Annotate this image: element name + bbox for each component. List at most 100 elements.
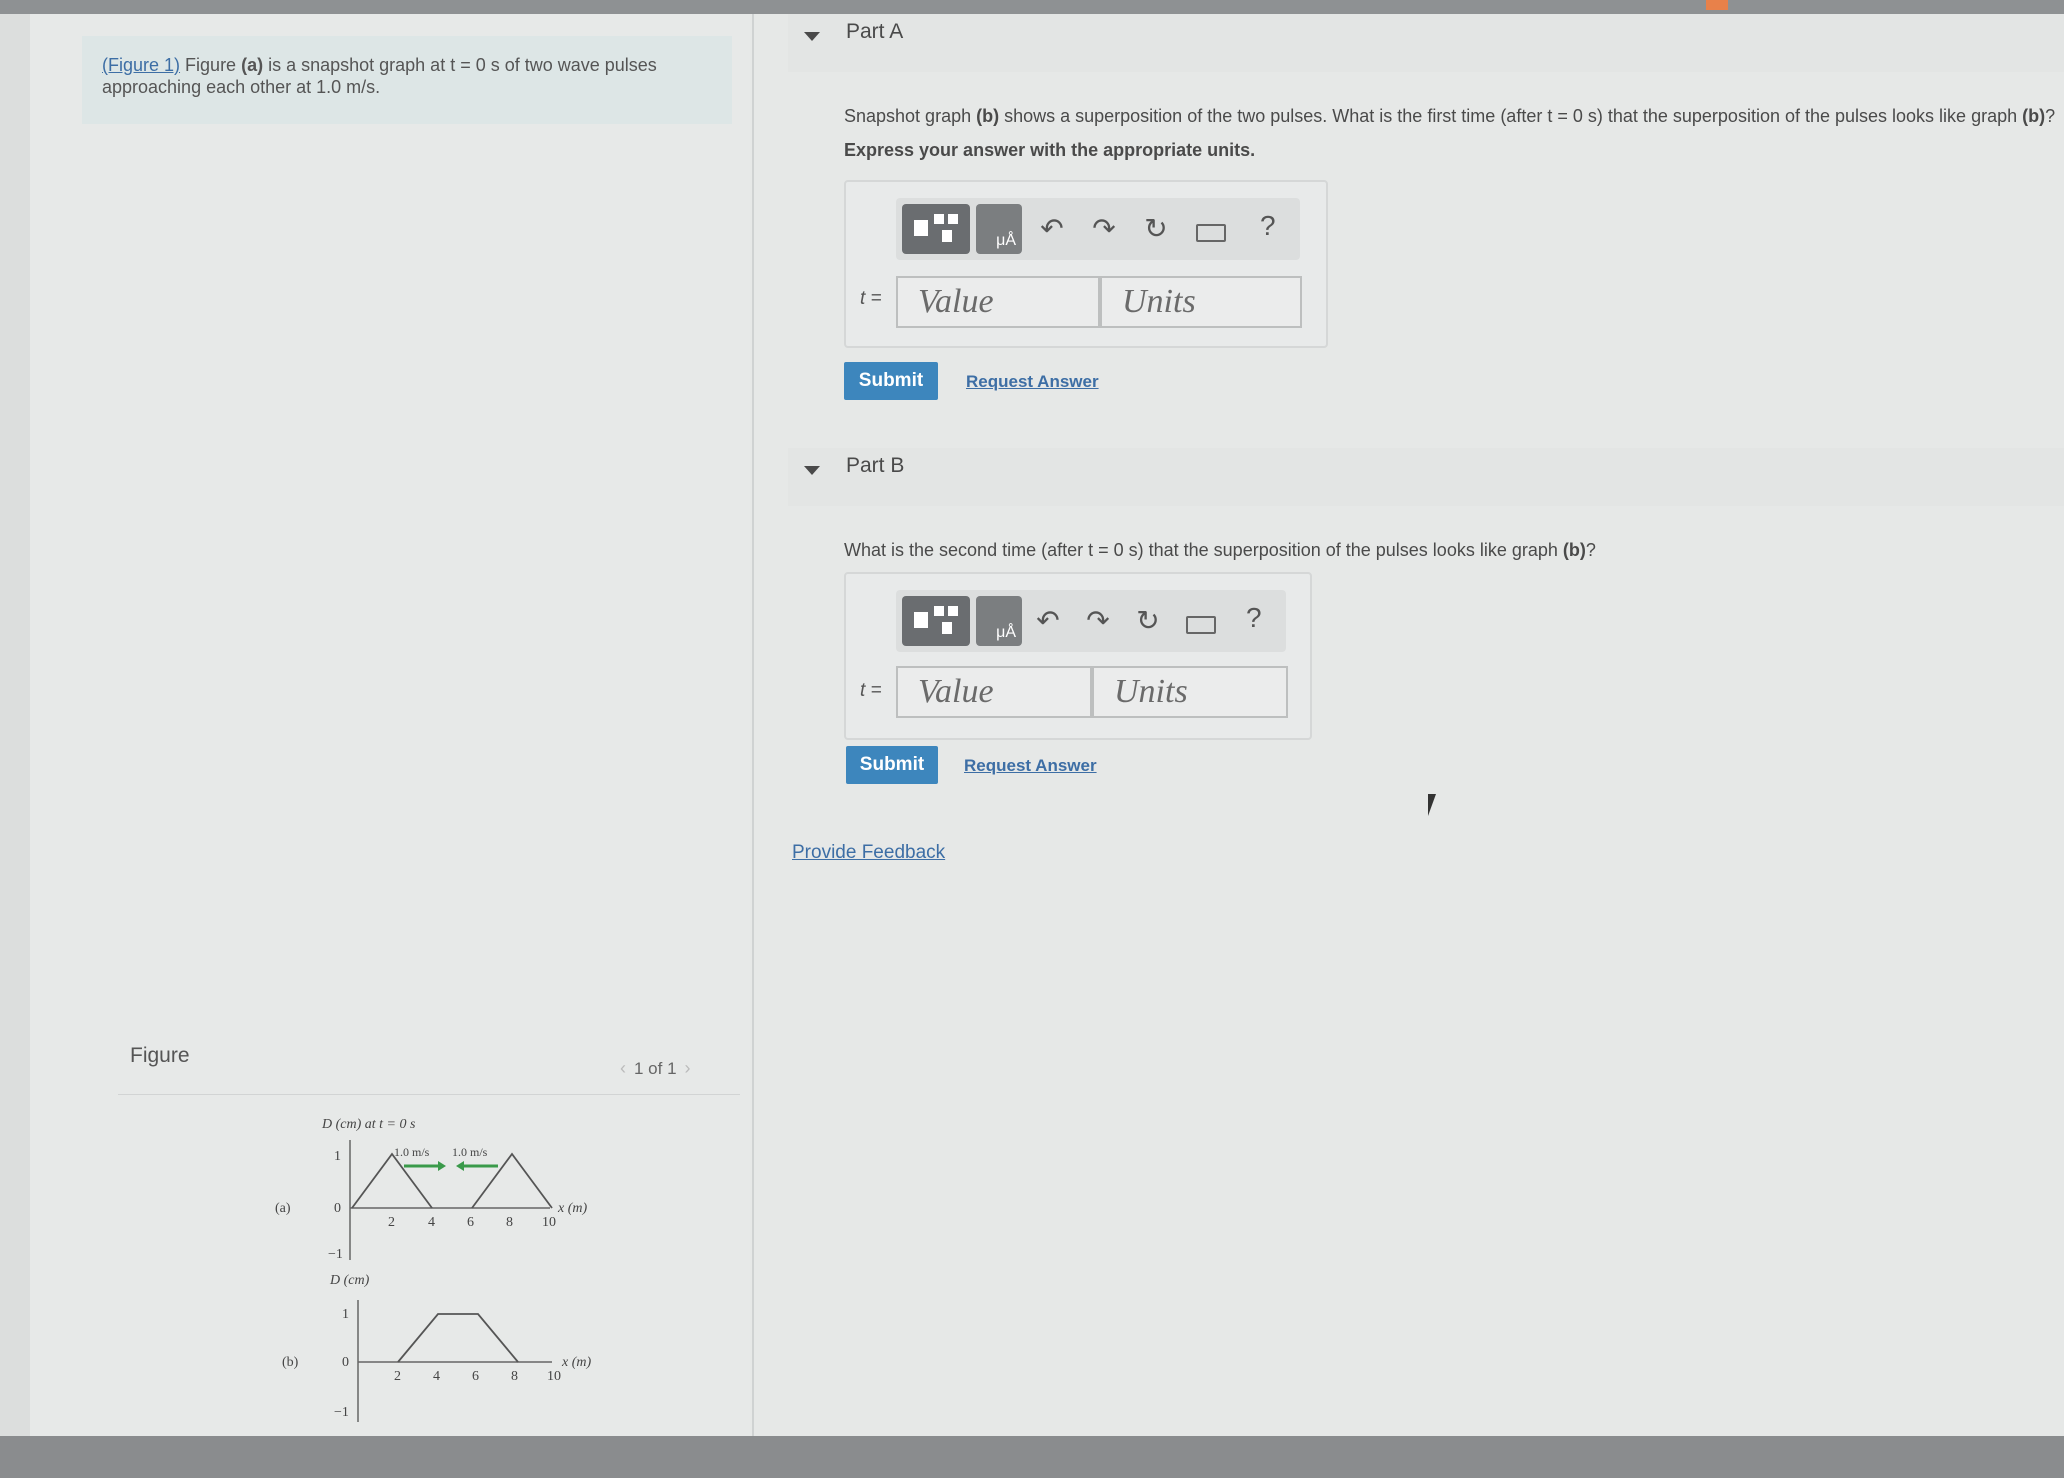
part-b-title: Part B: [846, 454, 905, 477]
left-edge: [0, 14, 30, 1436]
graph-a-ytick-neg1: −1: [328, 1247, 343, 1262]
units-button[interactable]: μÅ: [976, 596, 1022, 646]
graph-a-ytick-0: 0: [334, 1201, 341, 1216]
part-a-question: Snapshot graph (b) shows a superposition…: [844, 106, 2055, 127]
math-toolbar: μÅ ↶ ↷ ↻ ?: [896, 198, 1300, 260]
graph-b-ytick-0: 0: [342, 1355, 349, 1370]
t-variable-label: t =: [860, 288, 882, 309]
figure-page-indicator: 1 of 1: [634, 1059, 677, 1078]
qa-pre: Snapshot graph: [844, 106, 977, 126]
speed-label-left: 1.0 m/s: [394, 1145, 430, 1159]
part-b-question: What is the second time (after t = 0 s) …: [844, 540, 1596, 561]
template-block-icon: [948, 606, 958, 616]
undo-icon[interactable]: ↶: [1036, 212, 1068, 245]
provide-feedback-link[interactable]: Provide Feedback: [792, 842, 945, 864]
units-input[interactable]: Units: [1100, 276, 1302, 328]
part-a-answer-box: μÅ ↶ ↷ ↻ ? t = Value Units: [844, 180, 1328, 348]
speed-label-right: 1.0 m/s: [452, 1145, 488, 1159]
figure-title: Figure: [130, 1044, 190, 1067]
collapse-triangle-icon[interactable]: [804, 466, 820, 475]
prev-figure-icon[interactable]: ‹: [620, 1058, 626, 1078]
part-a-header[interactable]: Part A: [788, 14, 2064, 72]
qb-pre: What is the second time (after t = 0 s) …: [844, 540, 1563, 560]
graph-b-ytick-neg1: −1: [334, 1405, 349, 1420]
arrow-left-head: [456, 1161, 464, 1171]
graph-b-xtick: 6: [472, 1369, 479, 1384]
graph-b-ylabel: D (cm): [329, 1273, 370, 1288]
help-icon[interactable]: ?: [1260, 210, 1276, 242]
figure-link[interactable]: (Figure 1): [102, 55, 180, 75]
part-a-instruction: Express your answer with the appropriate…: [844, 140, 1256, 160]
figure-divider: [118, 1094, 740, 1095]
arrow-right-head: [438, 1161, 446, 1171]
graph-b-xlabel: x (m): [561, 1355, 591, 1370]
qa-b2: (b): [2022, 106, 2046, 126]
graph-a-ylabel: D (cm) at t = 0 s: [321, 1117, 416, 1132]
next-figure-icon[interactable]: ›: [685, 1058, 691, 1078]
reset-icon[interactable]: ↻: [1132, 604, 1164, 637]
help-icon[interactable]: ?: [1246, 602, 1262, 634]
template-block-icon: [914, 612, 928, 628]
qa-mid: shows a superposition of the two pulses.…: [999, 106, 2023, 126]
graph-a-xtick: 10: [542, 1215, 556, 1230]
panel-divider: [752, 14, 754, 1436]
part-b-submit-button[interactable]: Submit: [846, 746, 938, 784]
mouse-cursor-icon: [1428, 794, 1436, 816]
templates-button[interactable]: [902, 596, 970, 646]
graph-a-xtick: 2: [388, 1215, 395, 1230]
pulse-left: [351, 1152, 433, 1209]
graph-a-xtick: 6: [467, 1215, 474, 1230]
superposition-pulse: [397, 1313, 519, 1363]
graph-b-xtick: 4: [433, 1369, 440, 1384]
qa-b: (b): [976, 106, 1000, 126]
qb-end: ?: [1585, 540, 1596, 560]
top-accent: [1706, 0, 1728, 10]
units-button[interactable]: μÅ: [976, 204, 1022, 254]
units-glyph: μÅ: [996, 232, 1016, 249]
part-b-request-answer-link[interactable]: Request Answer: [964, 756, 1097, 776]
t-variable-label: t =: [860, 680, 882, 701]
graph-a-xtick: 8: [506, 1215, 513, 1230]
intro-fig-a: (a): [241, 55, 264, 75]
graph-b-ytick-1: 1: [342, 1307, 349, 1322]
part-a-title: Part A: [846, 20, 904, 43]
math-toolbar: μÅ ↶ ↷ ↻ ?: [896, 590, 1286, 652]
keyboard-icon[interactable]: [1196, 224, 1226, 242]
qa-end: ?: [2045, 106, 2056, 126]
figure-graphs: (a) D (cm) at t = 0 s 1 0 −1 2 4 6 8 10 …: [275, 1117, 591, 1422]
units-glyph: μÅ: [996, 624, 1016, 641]
figure-intro: (Figure 1) Figure (a) is a snapshot grap…: [82, 36, 732, 124]
value-input[interactable]: Value: [896, 666, 1092, 718]
graph-a-xlabel: x (m): [557, 1201, 587, 1216]
template-block-icon: [934, 606, 944, 616]
pulse-right: [471, 1152, 553, 1209]
template-block-icon: [948, 214, 958, 224]
units-input[interactable]: Units: [1092, 666, 1288, 718]
graph-b-label: (b): [282, 1355, 299, 1370]
graph-a-label: (a): [275, 1201, 291, 1216]
graph-a-ytick-1: 1: [334, 1149, 341, 1164]
bottom-bar: [0, 1436, 2064, 1478]
part-b-answer-box: μÅ ↶ ↷ ↻ ? t = Value Units: [844, 572, 1312, 740]
part-b-header[interactable]: Part B: [788, 448, 2064, 506]
browser-top-bar: [0, 0, 2064, 14]
redo-icon[interactable]: ↷: [1088, 212, 1120, 245]
value-input[interactable]: Value: [896, 276, 1100, 328]
graph-b-xtick: 8: [511, 1369, 518, 1384]
collapse-triangle-icon[interactable]: [804, 32, 820, 41]
graph-a-xtick: 4: [428, 1215, 435, 1230]
template-block-icon: [942, 622, 952, 634]
template-block-icon: [914, 220, 928, 236]
redo-icon[interactable]: ↷: [1082, 604, 1114, 637]
qb-b: (b): [1562, 540, 1586, 560]
reset-icon[interactable]: ↻: [1140, 212, 1172, 245]
graph-b-xtick: 10: [547, 1369, 561, 1384]
part-a-submit-button[interactable]: Submit: [844, 362, 938, 400]
templates-button[interactable]: [902, 204, 970, 254]
intro-text-pre: Figure: [185, 55, 242, 75]
undo-icon[interactable]: ↶: [1032, 604, 1064, 637]
keyboard-icon[interactable]: [1186, 616, 1216, 634]
graph-b-xtick: 2: [394, 1369, 401, 1384]
template-block-icon: [934, 214, 944, 224]
part-a-request-answer-link[interactable]: Request Answer: [966, 372, 1099, 392]
